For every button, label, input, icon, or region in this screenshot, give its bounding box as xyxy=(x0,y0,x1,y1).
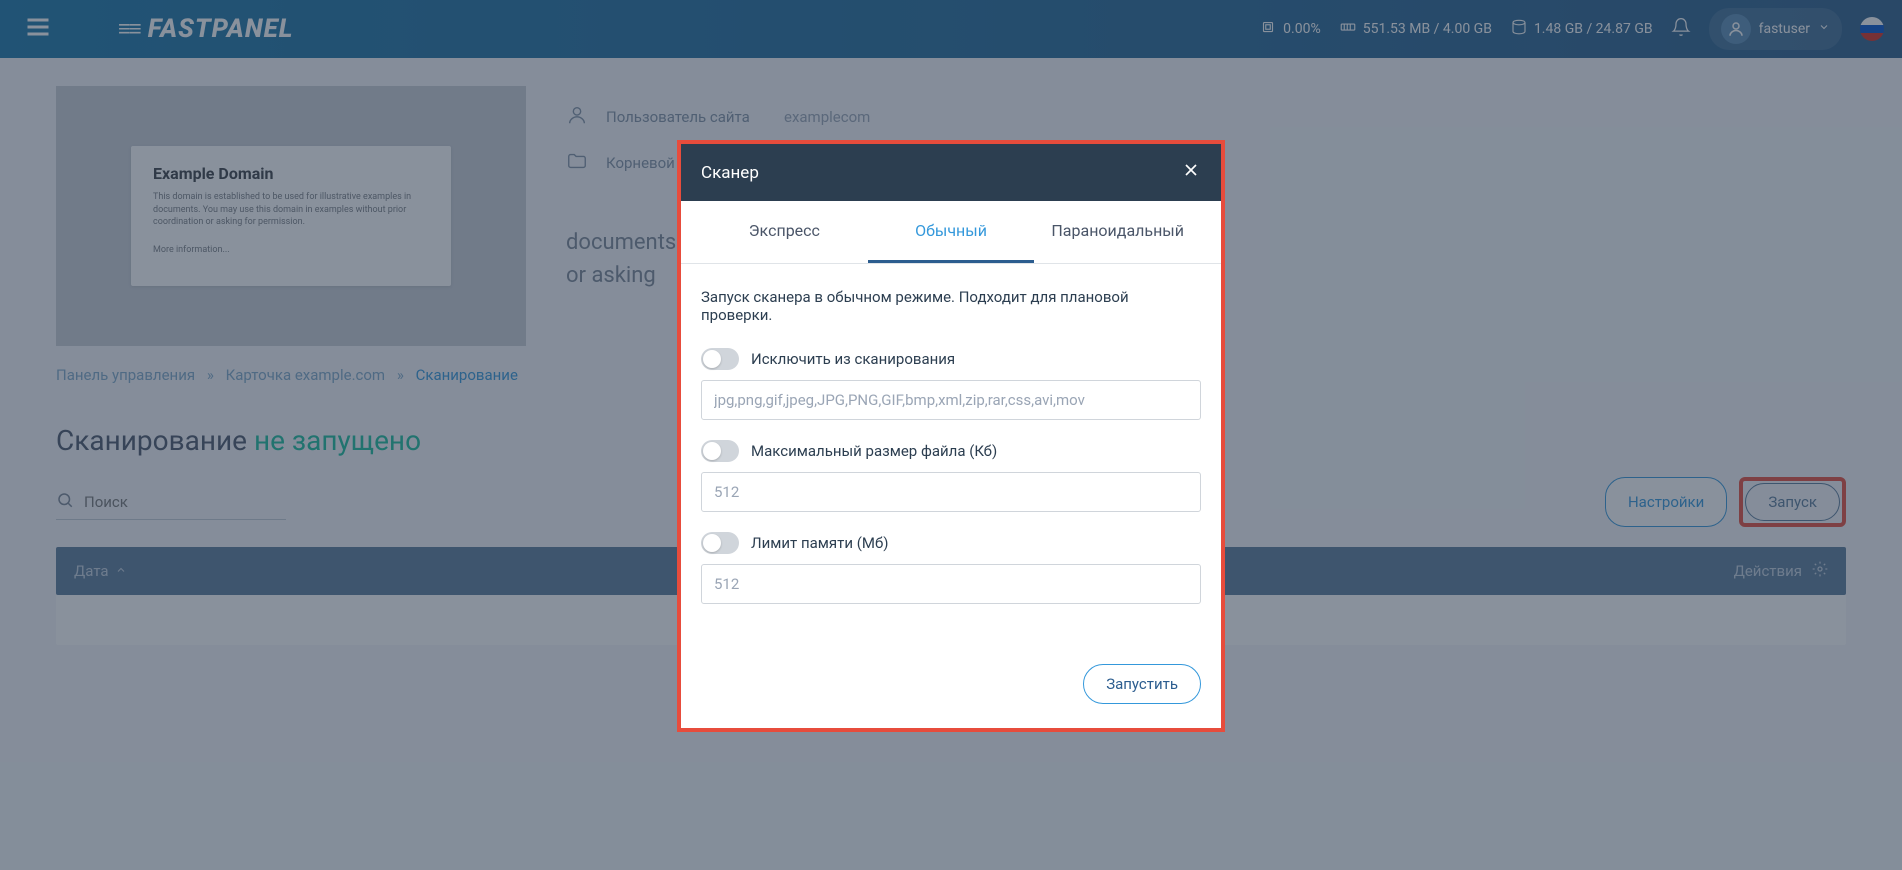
run-button[interactable]: Запустить xyxy=(1083,664,1201,704)
tab-express[interactable]: Экспресс xyxy=(701,201,868,263)
scanner-modal: Сканер Экспресс Обычный Параноидальный З… xyxy=(681,144,1221,728)
input-exclude[interactable] xyxy=(701,380,1201,420)
toggle-exclude[interactable] xyxy=(701,348,739,370)
toggle-maxsize[interactable] xyxy=(701,440,739,462)
close-icon xyxy=(1181,165,1201,185)
field-label-memlimit: Лимит памяти (Мб) xyxy=(751,534,889,552)
tab-paranoid[interactable]: Параноидальный xyxy=(1034,201,1201,263)
modal-tabs: Экспресс Обычный Параноидальный xyxy=(681,201,1221,264)
modal-overlay[interactable]: Сканер Экспресс Обычный Параноидальный З… xyxy=(0,0,1902,870)
modal-description: Запуск сканера в обычном режиме. Подходи… xyxy=(701,288,1201,324)
tab-normal[interactable]: Обычный xyxy=(868,201,1035,263)
modal-header: Сканер xyxy=(681,144,1221,201)
input-memlimit[interactable] xyxy=(701,564,1201,604)
close-button[interactable] xyxy=(1181,160,1201,185)
modal-title: Сканер xyxy=(701,163,759,183)
toggle-memlimit[interactable] xyxy=(701,532,739,554)
input-maxsize[interactable] xyxy=(701,472,1201,512)
field-label-maxsize: Максимальный размер файла (Кб) xyxy=(751,442,997,460)
field-label-exclude: Исключить из сканирования xyxy=(751,350,955,368)
